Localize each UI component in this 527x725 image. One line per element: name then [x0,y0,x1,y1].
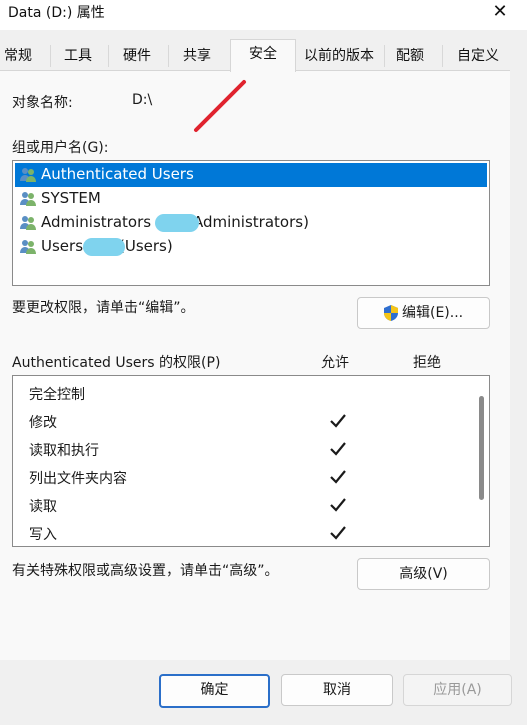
permission-row: 完全控制 [13,380,473,408]
redaction-mark [155,214,199,232]
tab-bar: 常规 工具 硬件 共享 安全 以前的版本 配额 自定义 [0,39,510,72]
tab-quota[interactable]: 配额 [386,40,434,70]
check-icon [330,442,346,456]
permission-row: 写入 [13,520,473,546]
tab-tools[interactable]: 工具 [50,40,106,70]
cancel-button[interactable]: 取消 [281,674,393,706]
permissions-scrollbar[interactable] [479,396,484,500]
permissions-title: Authenticated Users 的权限(P) [12,355,221,371]
users-icon [20,216,36,230]
list-item-users[interactable]: Users (Users) [15,235,487,259]
user-name: Authenticated Users [41,165,194,183]
advanced-hint: 有关特殊权限或高级设置，请单击“高级”。 [12,563,279,579]
permission-name: 完全控制 [29,387,85,403]
tab-security[interactable]: 安全 [230,39,296,72]
permission-name: 列出文件夹内容 [29,471,127,487]
window-title: Data (D:) 属性 [8,5,105,21]
tab-previous-versions[interactable]: 以前的版本 [298,40,380,70]
permissions-list[interactable]: 完全控制 修改 读取和执行 列出文件夹内容 读取 写入 [12,375,490,547]
tab-sharing[interactable]: 共享 [168,40,226,70]
check-icon [330,414,346,428]
advanced-button[interactable]: 高级(V) [357,558,490,590]
users-icon [20,240,36,254]
object-name-label: 对象名称: [12,95,73,111]
redaction-mark [83,238,125,256]
check-icon [330,498,346,512]
permission-row: 修改 [13,408,473,436]
tab-customize[interactable]: 自定义 [448,40,508,70]
tab-hardware[interactable]: 硬件 [108,40,166,70]
user-name: Users [41,237,84,255]
user-name-suffix: (Users) [119,237,173,255]
title-bar: Data (D:) 属性 ✕ [0,0,527,30]
ok-button[interactable]: 确定 [159,674,270,708]
permission-name: 修改 [29,415,57,431]
shield-icon [384,305,398,321]
permission-row: 读取 [13,492,473,520]
permission-name: 写入 [29,527,57,543]
user-name: Administrators ( [41,213,162,231]
deny-header: 拒绝 [413,355,441,371]
edit-button[interactable]: 编辑(E)... [357,297,490,329]
users-icon [20,192,36,206]
allow-header: 允许 [321,355,349,371]
check-icon [330,470,346,484]
edit-hint: 要更改权限，请单击“编辑”。 [12,300,195,316]
list-item-authenticated-users[interactable]: Authenticated Users [15,163,487,187]
object-name-value: D:\ [132,92,153,108]
check-icon [330,526,346,540]
users-icon [20,168,36,182]
permission-name: 读取和执行 [29,443,99,459]
groups-list[interactable]: Authenticated Users SYSTEM Administrator… [12,160,490,286]
window-edge [510,40,527,725]
permission-row: 列出文件夹内容 [13,464,473,492]
dialog-footer: 确定 取消 应用(A) [0,660,512,725]
user-name: SYSTEM [41,189,101,207]
groups-label: 组或用户名(G): [12,140,109,156]
list-item-system[interactable]: SYSTEM [15,187,487,211]
close-icon[interactable]: ✕ [480,0,520,26]
list-item-administrators[interactable]: Administrators ( Administrators) [15,211,487,235]
apply-button[interactable]: 应用(A) [403,674,512,706]
tab-general[interactable]: 常规 [0,40,36,70]
permission-row: 读取和执行 [13,436,473,464]
user-name-suffix: Administrators) [193,213,309,231]
edit-button-label: 编辑(E)... [402,305,464,321]
permission-name: 读取 [29,499,57,515]
